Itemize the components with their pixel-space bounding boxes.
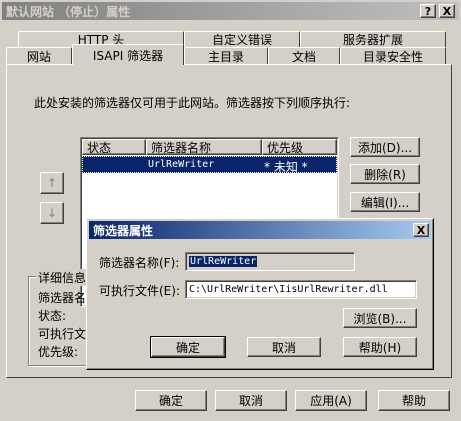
details-status-label: 状态: [38, 309, 67, 323]
dialog-titlebar[interactable]: 筛选器属性 [89, 221, 431, 239]
column-header-priority[interactable]: 优先级 [262, 139, 337, 155]
window-titlebar[interactable]: 默认网站 （停止）属性 [2, 2, 459, 20]
tab-documents[interactable]: 文档 [268, 47, 340, 64]
cancel-button[interactable]: 取消 [215, 390, 287, 411]
help-title-button[interactable]: ? [420, 4, 436, 18]
move-up-button[interactable]: ↑ [40, 172, 64, 194]
browse-button[interactable]: 浏览(B)... [343, 308, 417, 328]
close-icon: X [442, 4, 452, 18]
tab-isapi-filters[interactable]: ISAPI 筛选器 [72, 44, 184, 65]
help-button[interactable]: 帮助 [378, 390, 450, 411]
row-priority: * 未知 * [264, 160, 308, 174]
dialog-exe-label: 可执行文件(E): [99, 284, 180, 298]
details-priority-label: 优先级: [38, 345, 79, 359]
table-row[interactable]: UrlReWriter * 未知 * [82, 156, 337, 174]
column-header-name[interactable]: 筛选器名称 [146, 139, 262, 155]
tab-website[interactable]: 网站 [6, 47, 72, 64]
arrow-down-icon: ↓ [46, 206, 58, 220]
tab-directory-security[interactable]: 目录安全性 [340, 47, 446, 64]
ok-button[interactable]: 确定 [135, 390, 207, 411]
dialog-close-button[interactable]: X [413, 223, 429, 237]
row-filter-name: UrlReWriter [148, 159, 215, 170]
close-title-button[interactable]: X [439, 4, 455, 18]
executable-field[interactable]: C:\UrlReWriter\IisUrlRewriter.dll [185, 280, 417, 299]
tab-home-directory[interactable]: 主目录 [184, 47, 268, 64]
edit-button[interactable]: 编辑(I)... [350, 192, 420, 212]
filter-name-value: UrlReWriter [189, 256, 258, 267]
panel-description: 此处安装的筛选器仅可用于此网站。筛选器按下列顺序执行: [34, 96, 351, 110]
filter-name-field[interactable]: UrlReWriter [185, 252, 355, 271]
apply-button[interactable]: 应用(A) [295, 390, 367, 411]
arrow-up-icon: ↑ [46, 176, 58, 190]
dialog-name-label: 筛选器名称(F): [99, 256, 180, 270]
details-title: 详细信息 [36, 269, 89, 286]
details-name-label: 筛选器名 [38, 291, 87, 305]
dialog-help-button[interactable]: 帮助(H) [343, 337, 417, 357]
dialog-ok-button[interactable]: 确定 [150, 336, 226, 358]
dialog-title: 筛选器属性 [93, 223, 154, 238]
remove-button[interactable]: 删除(R) [350, 164, 420, 184]
column-header-status[interactable]: 状态 [82, 139, 146, 155]
details-exe-label: 可执行文 [38, 327, 87, 341]
add-button[interactable]: 添加(D)... [350, 137, 420, 157]
tab-custom-errors[interactable]: 自定义错误 [184, 31, 300, 47]
tab-server-extensions[interactable]: 服务器扩展 [300, 31, 446, 47]
window-title: 默认网站 （停止）属性 [6, 4, 131, 19]
dialog-cancel-button[interactable]: 取消 [247, 337, 321, 357]
filter-properties-dialog: 筛选器属性 X 筛选器名称(F): UrlReWriter 可执行文件(E): … [86, 218, 434, 370]
move-down-button[interactable]: ↓ [40, 202, 64, 224]
close-icon: X [416, 223, 426, 237]
